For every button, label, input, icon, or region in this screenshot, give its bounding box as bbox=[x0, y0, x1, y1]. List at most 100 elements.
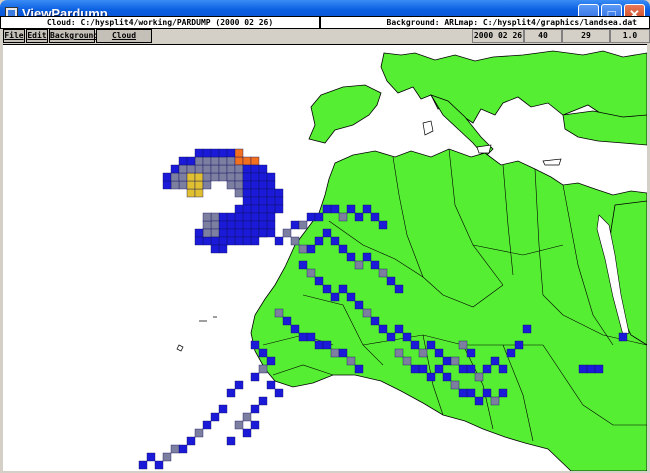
date-field: 2000 02 26 bbox=[472, 29, 524, 43]
cloud-cell bbox=[266, 212, 276, 222]
cloud-cell bbox=[170, 164, 180, 174]
cloud-cell bbox=[314, 276, 324, 286]
cloud-cell bbox=[242, 228, 252, 238]
cloud-cell bbox=[242, 188, 252, 198]
cloud-cell bbox=[322, 228, 332, 238]
cloud-cell bbox=[370, 316, 380, 326]
cloud-cell bbox=[250, 172, 260, 182]
cloud-cell bbox=[234, 380, 244, 390]
cloud-cell bbox=[258, 348, 268, 358]
cloud-cell bbox=[378, 268, 388, 278]
cloud-cell bbox=[266, 228, 276, 238]
cloud-cell bbox=[282, 228, 292, 238]
cloud-cell bbox=[354, 300, 364, 310]
cloud-cell bbox=[186, 180, 196, 190]
cloud-cell bbox=[322, 340, 332, 350]
cloud-cell bbox=[218, 156, 228, 166]
cloud-cell bbox=[282, 316, 292, 326]
cloud-cell bbox=[218, 404, 228, 414]
cloud-cell bbox=[290, 324, 300, 334]
cloud-cell bbox=[266, 204, 276, 214]
cloud-cell bbox=[250, 188, 260, 198]
cloud-cell bbox=[514, 340, 524, 350]
cloud-cell bbox=[218, 228, 228, 238]
cloud-cell bbox=[266, 220, 276, 230]
cloud-cell bbox=[178, 156, 188, 166]
cloud-cell bbox=[202, 164, 212, 174]
cloud-cell bbox=[330, 292, 340, 302]
cloud-cell bbox=[274, 188, 284, 198]
cloud-cell bbox=[226, 436, 236, 446]
edit-menu-button[interactable]: Edit bbox=[26, 29, 48, 43]
cloud-cell bbox=[466, 348, 476, 358]
cloud-cell bbox=[346, 356, 356, 366]
cloud-cell bbox=[242, 164, 252, 174]
cloud-cell bbox=[194, 180, 204, 190]
cloud-cell bbox=[498, 388, 508, 398]
cloud-cell bbox=[242, 220, 252, 230]
sardinia bbox=[422, 120, 434, 136]
cloud-cell bbox=[146, 452, 156, 462]
cloud-cell bbox=[194, 156, 204, 166]
cloud-cell bbox=[234, 156, 244, 166]
cloud-cell bbox=[306, 244, 316, 254]
cloud-cell bbox=[242, 156, 252, 166]
cloud-cell bbox=[298, 244, 308, 254]
cloud-cell bbox=[346, 252, 356, 262]
cloud-cell bbox=[330, 236, 340, 246]
cloud-cell bbox=[226, 180, 236, 190]
cloud-cell bbox=[442, 356, 452, 366]
cloud-cell bbox=[162, 172, 172, 182]
cloud-cell bbox=[346, 204, 356, 214]
cloud-cell bbox=[266, 172, 276, 182]
cloud-cell bbox=[186, 172, 196, 182]
cloud-cell bbox=[178, 164, 188, 174]
background-menu-button[interactable]: Background bbox=[49, 29, 98, 43]
cloud-cell bbox=[298, 332, 308, 342]
cloud-cell bbox=[362, 252, 372, 262]
cloud-cell bbox=[210, 412, 220, 422]
cloud-cell bbox=[314, 236, 324, 246]
cloud-cell bbox=[322, 204, 332, 214]
cloud-cell bbox=[210, 164, 220, 174]
cloud-cell bbox=[170, 172, 180, 182]
cloud-cell bbox=[266, 356, 276, 366]
cloud-cell bbox=[226, 172, 236, 182]
map-view[interactable] bbox=[3, 44, 647, 471]
cloud-cell bbox=[346, 292, 356, 302]
africa-landmass bbox=[250, 148, 647, 471]
cloud-toggle-button[interactable]: Cloud On/Off bbox=[96, 29, 152, 52]
cloud-cell bbox=[258, 180, 268, 190]
map-canvas[interactable] bbox=[3, 45, 647, 471]
cloud-cell bbox=[298, 220, 308, 230]
cloud-cell bbox=[162, 180, 172, 190]
cloud-cell bbox=[186, 436, 196, 446]
canary-islands bbox=[199, 316, 217, 322]
cloud-cell bbox=[466, 388, 476, 398]
cloud-cell bbox=[458, 364, 468, 374]
cloud-cell bbox=[250, 220, 260, 230]
cloud-cell bbox=[162, 452, 172, 462]
cloud-cell bbox=[226, 212, 236, 222]
cloud-cell bbox=[274, 388, 284, 398]
cloud-cell bbox=[314, 340, 324, 350]
cloud-cell bbox=[250, 164, 260, 174]
status-field-1: 40 bbox=[524, 29, 562, 43]
cloud-cell bbox=[594, 364, 604, 374]
cloud-cell bbox=[474, 396, 484, 406]
file-menu-button[interactable]: File bbox=[3, 29, 25, 43]
cloud-cell bbox=[234, 228, 244, 238]
cloud-cell bbox=[138, 460, 148, 470]
cloud-cell bbox=[202, 156, 212, 166]
cloud-cell bbox=[482, 364, 492, 374]
cloud-cell bbox=[330, 348, 340, 358]
cloud-cell bbox=[218, 148, 228, 158]
cloud-cell bbox=[234, 188, 244, 198]
cloud-cell bbox=[298, 260, 308, 270]
cloud-cell bbox=[250, 204, 260, 214]
crete bbox=[542, 158, 562, 166]
cloud-cell bbox=[586, 364, 596, 374]
cloud-cell bbox=[226, 164, 236, 174]
cloud-cell bbox=[258, 220, 268, 230]
cloud-cell bbox=[218, 164, 228, 174]
